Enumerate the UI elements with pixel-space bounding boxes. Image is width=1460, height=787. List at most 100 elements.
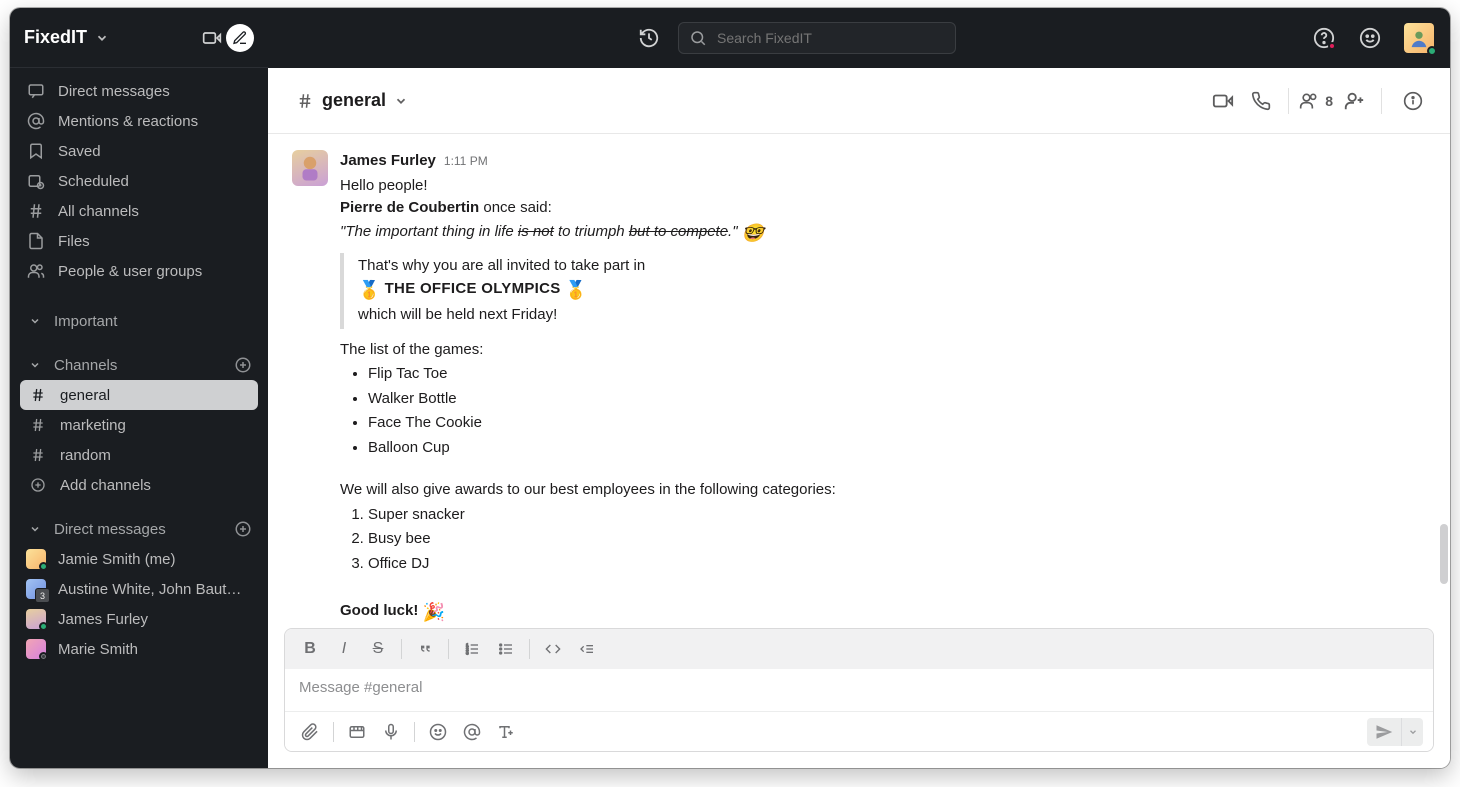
send-options-button[interactable] xyxy=(1401,718,1423,746)
hash-icon xyxy=(28,415,48,435)
nav-label: Mentions & reactions xyxy=(58,113,198,130)
bullet-list-button[interactable] xyxy=(491,634,521,664)
history-button[interactable] xyxy=(638,27,660,49)
attach-button[interactable] xyxy=(295,717,325,747)
channel-marketing[interactable]: marketing xyxy=(10,410,268,440)
send-button[interactable] xyxy=(1367,718,1401,746)
dm-label: James Furley xyxy=(58,611,148,628)
add-channel-icon[interactable] xyxy=(234,356,252,374)
nav-scheduled[interactable]: Scheduled xyxy=(10,166,268,196)
channel-label: marketing xyxy=(60,417,126,434)
top-bar xyxy=(268,8,1450,68)
section-important[interactable]: Important xyxy=(10,306,268,336)
channel-details-button[interactable] xyxy=(1396,84,1430,118)
code-block-button[interactable] xyxy=(572,634,602,664)
at-icon xyxy=(26,111,46,131)
notification-dot-icon xyxy=(1328,42,1336,50)
channel-general[interactable]: general xyxy=(20,380,258,410)
italic-button[interactable]: I xyxy=(329,634,359,664)
blockquote: That's why you are all invited to take p… xyxy=(340,253,1436,329)
avatar xyxy=(26,549,46,569)
audio-clip-button[interactable] xyxy=(376,717,406,747)
list-item: Balloon Cup xyxy=(368,437,1436,460)
chevron-down-icon xyxy=(26,356,44,374)
section-label: Channels xyxy=(54,357,117,374)
nav-saved[interactable]: Saved xyxy=(10,136,268,166)
message-text: "The important thing in life is not to t… xyxy=(340,220,1436,247)
avatar xyxy=(26,609,46,629)
list-item: Office DJ xyxy=(368,553,1436,576)
chevron-down-icon xyxy=(26,520,44,538)
emoji-button[interactable] xyxy=(423,717,453,747)
message-list[interactable]: James Furley 1:11 PM Hello people! Pierr… xyxy=(268,134,1450,628)
search-box[interactable] xyxy=(678,22,956,54)
code-button[interactable] xyxy=(538,634,568,664)
nav-mentions[interactable]: Mentions & reactions xyxy=(10,106,268,136)
medal-emoji-icon: 🥇 xyxy=(565,277,587,304)
nav-label: People & user groups xyxy=(58,263,202,280)
list-item: Flip Tac Toe xyxy=(368,363,1436,386)
format-toolbar: B I S 123 xyxy=(285,629,1433,669)
search-icon xyxy=(689,29,707,47)
channel-label: Add channels xyxy=(60,477,151,494)
list-item: Busy bee xyxy=(368,528,1436,551)
main-pane: general 8 James Furley xyxy=(268,8,1450,768)
dm-jamie[interactable]: Jamie Smith (me) xyxy=(10,544,268,574)
audio-call-button[interactable] xyxy=(1244,84,1278,118)
nav-label: Direct messages xyxy=(58,83,170,100)
scrollbar-thumb[interactable] xyxy=(1440,524,1448,584)
help-button[interactable] xyxy=(1310,24,1338,52)
bullet-list: Flip Tac Toe Walker Bottle Face The Cook… xyxy=(340,363,1436,459)
nav-people[interactable]: People & user groups xyxy=(10,256,268,286)
nav-all-channels[interactable]: All channels xyxy=(10,196,268,226)
user-avatar[interactable] xyxy=(1404,23,1434,53)
dm-james[interactable]: James Furley xyxy=(10,604,268,634)
section-dms[interactable]: Direct messages xyxy=(10,514,268,544)
blockquote-button[interactable] xyxy=(410,634,440,664)
dm-label: Marie Smith xyxy=(58,641,138,658)
new-huddle-button[interactable] xyxy=(198,24,226,52)
channel-header: general 8 xyxy=(268,68,1450,134)
avatar[interactable] xyxy=(292,150,328,186)
avatar xyxy=(26,579,46,599)
section-channels[interactable]: Channels xyxy=(10,350,268,380)
ordered-list-button[interactable]: 123 xyxy=(457,634,487,664)
people-icon xyxy=(1299,91,1319,111)
message-author[interactable]: James Furley xyxy=(340,150,436,173)
nav-files[interactable]: Files xyxy=(10,226,268,256)
nav-direct-messages[interactable]: Direct messages xyxy=(10,76,268,106)
add-channels[interactable]: Add channels xyxy=(10,470,268,500)
dm-label: Jamie Smith (me) xyxy=(58,551,176,568)
strikethrough-button[interactable]: S xyxy=(363,634,393,664)
video-call-button[interactable] xyxy=(1206,84,1240,118)
nav-label: Files xyxy=(58,233,90,250)
composer-input[interactable] xyxy=(299,679,1419,696)
nav-label: Saved xyxy=(58,143,101,160)
chevron-down-icon xyxy=(394,94,408,108)
bold-button[interactable]: B xyxy=(295,634,325,664)
scheduled-icon xyxy=(26,171,46,191)
hash-icon xyxy=(28,445,48,465)
channel-label: random xyxy=(60,447,111,464)
compose-button[interactable] xyxy=(226,24,254,52)
nav-label: Scheduled xyxy=(58,173,129,190)
video-clip-button[interactable] xyxy=(342,717,372,747)
dm-marie[interactable]: Marie Smith xyxy=(10,634,268,664)
member-count-button[interactable]: 8 xyxy=(1299,91,1333,111)
message-timestamp[interactable]: 1:11 PM xyxy=(444,152,488,170)
list-item: Face The Cookie xyxy=(368,412,1436,435)
add-dm-icon[interactable] xyxy=(234,520,252,538)
dm-austine-group[interactable]: Austine White, John Baut… xyxy=(10,574,268,604)
emoji-status-button[interactable] xyxy=(1356,24,1384,52)
add-people-button[interactable] xyxy=(1337,84,1371,118)
message-text: Pierre de Coubertin once said: xyxy=(340,197,1436,220)
chevron-down-icon xyxy=(95,31,109,45)
mention-button[interactable] xyxy=(457,717,487,747)
channel-title-button[interactable]: general xyxy=(296,90,408,111)
workspace-switcher[interactable]: FixedIT xyxy=(10,8,268,68)
formatting-toggle-button[interactable] xyxy=(491,717,521,747)
message-text: Hello people! xyxy=(340,175,1436,198)
plus-circle-icon xyxy=(28,475,48,495)
channel-random[interactable]: random xyxy=(10,440,268,470)
search-input[interactable] xyxy=(717,30,945,46)
